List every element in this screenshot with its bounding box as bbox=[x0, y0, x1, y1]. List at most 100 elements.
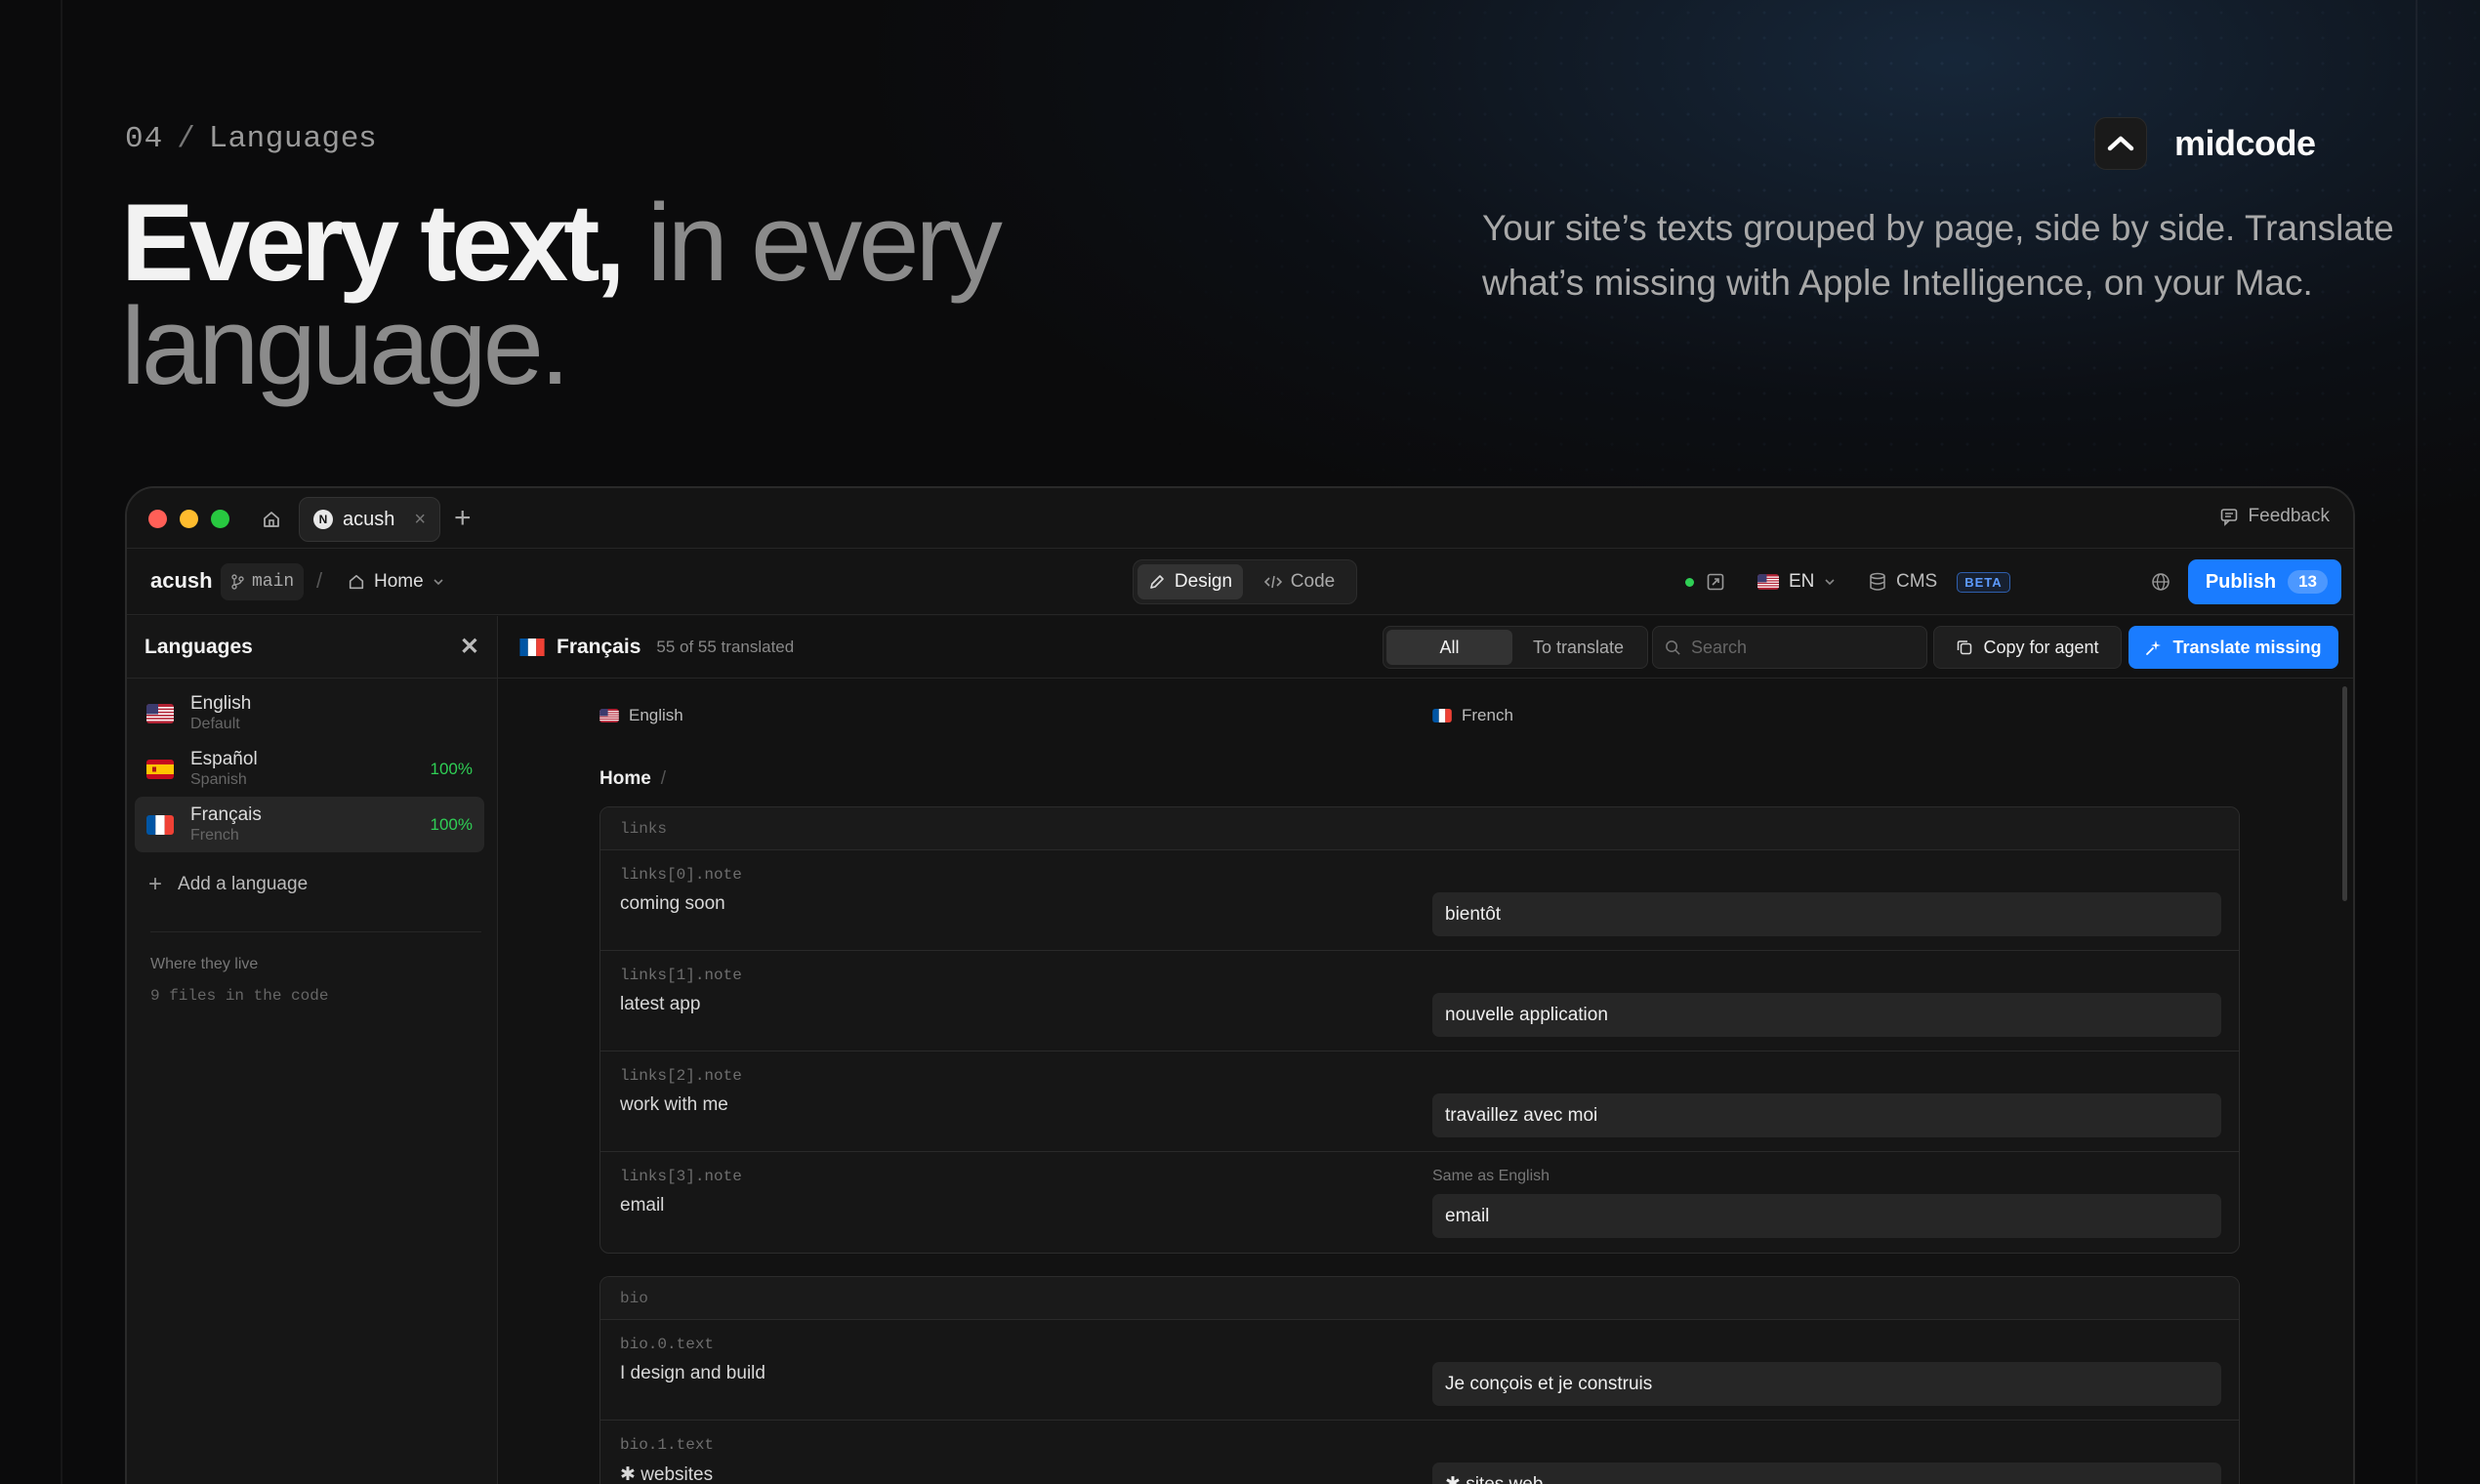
es-flag-icon bbox=[146, 759, 174, 779]
where-they-live-heading: Where they live bbox=[150, 956, 259, 972]
section-number: 04 bbox=[125, 122, 164, 156]
page-selector[interactable]: Home bbox=[348, 564, 444, 599]
add-language-label: Add a language bbox=[178, 874, 309, 894]
string-row: links[1].note latest app nouvelle applic… bbox=[600, 951, 2239, 1051]
headline: Every text, in every language. bbox=[121, 188, 1195, 401]
language-subtitle: Spanish bbox=[190, 770, 247, 788]
publish-count-badge: 13 bbox=[2288, 570, 2328, 594]
headline-muted: in every bbox=[620, 182, 1003, 304]
current-language: Français bbox=[557, 636, 641, 658]
language-subtitle: Default bbox=[190, 715, 240, 732]
copy-for-agent-button[interactable]: Copy for agent bbox=[1933, 626, 2122, 669]
string-key: links[1].note bbox=[620, 967, 742, 984]
translate-missing-label: Translate missing bbox=[2172, 637, 2322, 657]
cms-label: CMS bbox=[1896, 571, 1938, 592]
copy-for-agent-label: Copy for agent bbox=[1983, 637, 2099, 657]
same-as-english-note: Same as English bbox=[1432, 1168, 1550, 1184]
tab-avatar: N bbox=[313, 510, 333, 529]
new-tab-button[interactable]: + bbox=[454, 502, 472, 535]
publish-button[interactable]: Publish 13 bbox=[2187, 559, 2341, 604]
code-mode-button[interactable]: Code bbox=[1247, 564, 1352, 599]
source-column-header: English bbox=[599, 706, 683, 725]
sidebar-title: Languages bbox=[145, 635, 253, 658]
source-text: ✱ websites bbox=[620, 1464, 714, 1484]
close-icon[interactable]: ✕ bbox=[460, 633, 479, 661]
string-group-links: links links[0].note coming soon bientôt … bbox=[599, 806, 2240, 1254]
section-label: Languages bbox=[209, 119, 378, 153]
string-key: bio.0.text bbox=[620, 1336, 715, 1353]
language-subtitle: French bbox=[190, 826, 239, 844]
translation-input[interactable]: bientôt bbox=[1432, 892, 2221, 936]
headline-muted: language. bbox=[121, 285, 570, 407]
home-icon[interactable] bbox=[258, 506, 285, 533]
maximize-window-button[interactable] bbox=[211, 510, 229, 528]
target-column-label: French bbox=[1462, 706, 1513, 724]
translation-input[interactable]: travaillez avec moi bbox=[1432, 1093, 2221, 1137]
breadcrumb-page[interactable]: Home bbox=[599, 768, 651, 789]
git-branch-icon bbox=[231, 574, 244, 590]
add-language-button[interactable]: + Add a language bbox=[148, 871, 308, 898]
search-placeholder: Search bbox=[1691, 637, 1748, 657]
source-text: email bbox=[620, 1195, 665, 1216]
page-name: Home bbox=[374, 571, 424, 592]
feedback-button[interactable]: Feedback bbox=[2219, 506, 2330, 527]
preview-icon[interactable] bbox=[1706, 549, 1725, 615]
database-icon bbox=[1870, 572, 1885, 591]
sidebar-header: Languages ✕ bbox=[127, 616, 497, 679]
pen-icon bbox=[1150, 575, 1164, 589]
design-mode-button[interactable]: Design bbox=[1137, 564, 1243, 599]
language-item-french[interactable]: Français French 100% bbox=[135, 797, 484, 852]
string-row: links[3].note email Same as English emai… bbox=[600, 1152, 2239, 1253]
breadcrumb-separator: / bbox=[316, 568, 323, 593]
brand: midcode bbox=[2094, 117, 2316, 170]
filter-all-tab[interactable]: All bbox=[1386, 630, 1513, 665]
globe-icon[interactable] bbox=[2151, 549, 2170, 615]
scrollbar[interactable] bbox=[2342, 686, 2347, 901]
filter-switch: All To translate bbox=[1383, 626, 1648, 669]
search-icon bbox=[1666, 639, 1680, 655]
translation-input[interactable]: ✱ sites web bbox=[1432, 1463, 2221, 1484]
section-eyebrow: 04 / Languages bbox=[125, 119, 377, 156]
minimize-window-button[interactable] bbox=[180, 510, 198, 528]
string-row: links[2].note work with me travaillez av… bbox=[600, 1051, 2239, 1152]
beta-badge: BETA bbox=[1957, 571, 2010, 593]
fr-flag-icon bbox=[519, 639, 545, 656]
target-column-header: French bbox=[1432, 706, 1513, 725]
chevron-down-icon bbox=[434, 579, 443, 586]
translation-input[interactable]: nouvelle application bbox=[1432, 993, 2221, 1037]
language-item-english[interactable]: English Default bbox=[135, 685, 484, 741]
close-tab-icon[interactable]: × bbox=[414, 509, 426, 531]
locale-selector[interactable]: EN bbox=[1757, 549, 1836, 615]
tab-label: acush bbox=[343, 508, 395, 530]
source-text: work with me bbox=[620, 1094, 728, 1115]
close-window-button[interactable] bbox=[148, 510, 167, 528]
code-mode-label: Code bbox=[1290, 571, 1336, 592]
browser-tab[interactable]: N acush × bbox=[299, 497, 440, 542]
string-row: bio.0.text I design and build Je conçois… bbox=[600, 1320, 2239, 1421]
source-column-label: English bbox=[629, 706, 683, 724]
string-row: links[0].note coming soon bientôt bbox=[600, 850, 2239, 951]
feedback-icon bbox=[2220, 509, 2237, 526]
string-row: bio.1.text ✱ websites ✱ sites web bbox=[600, 1421, 2239, 1484]
tab-bar: N acush × + Feedback bbox=[127, 488, 2353, 549]
translation-input[interactable]: Je conçois et je construis bbox=[1432, 1362, 2221, 1406]
branch-name: main bbox=[252, 572, 295, 592]
locale-label: EN bbox=[1789, 571, 1815, 592]
tagline: Your site’s texts grouped by page, side … bbox=[1482, 208, 2394, 303]
feedback-label: Feedback bbox=[2248, 506, 2330, 526]
filter-to-translate-tab[interactable]: To translate bbox=[1512, 630, 1644, 665]
project-name[interactable]: acush bbox=[150, 568, 213, 594]
divider bbox=[150, 931, 481, 932]
language-item-spanish[interactable]: Español Spanish 100% bbox=[135, 741, 484, 797]
chevron-down-icon bbox=[1825, 579, 1835, 586]
translate-missing-button[interactable]: Translate missing bbox=[2129, 626, 2338, 669]
cms-button[interactable]: CMS BETA bbox=[1869, 549, 2010, 615]
page-breadcrumb: Home / bbox=[599, 768, 666, 790]
branch-selector[interactable]: main bbox=[221, 563, 305, 600]
search-input[interactable]: Search bbox=[1652, 626, 1927, 669]
us-flag-icon bbox=[146, 703, 174, 723]
design-mode-label: Design bbox=[1174, 571, 1233, 592]
fr-flag-icon bbox=[1432, 709, 1452, 722]
string-group-bio: bio bio.0.text I design and build Je con… bbox=[599, 1276, 2240, 1484]
translation-input[interactable]: email bbox=[1432, 1194, 2221, 1238]
